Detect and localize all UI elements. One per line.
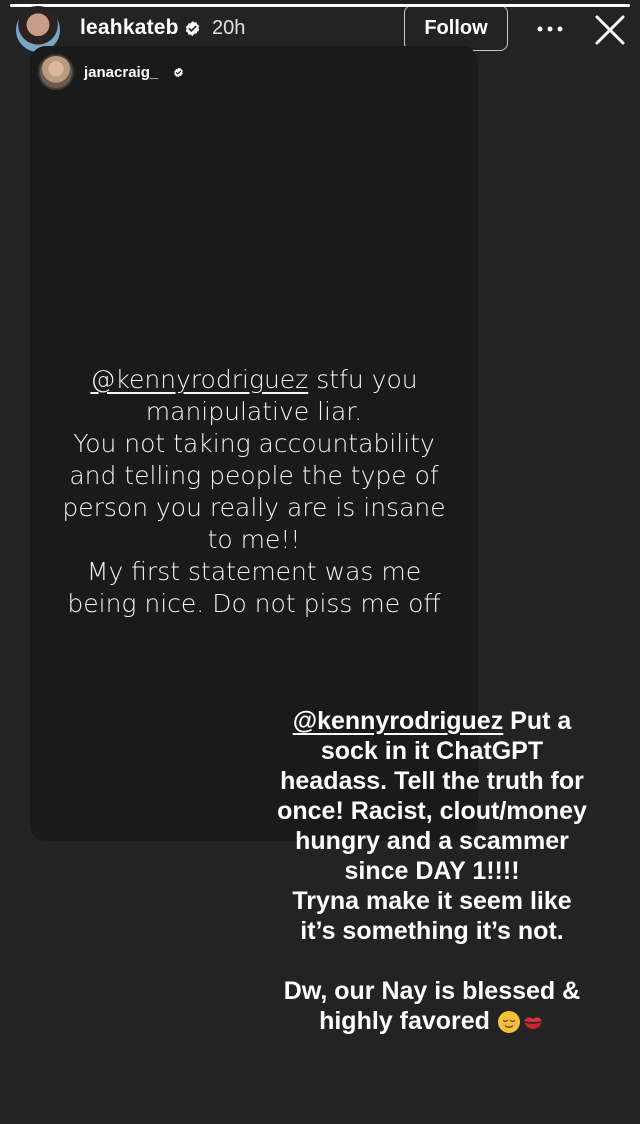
reshared-quote-text: @kennyrodriguez stfu you manipulative li… [30,364,478,620]
quote-line: My first statement was me [86,557,422,586]
reply-line: highly favored [262,1006,602,1036]
close-icon[interactable] [592,12,628,48]
verified-badge-icon [185,21,200,36]
reply-line: once! Racist, clout/money [277,797,587,825]
reply-line: hungry and a scammer [295,827,569,855]
reply-mention-link[interactable]: @kennyrodriguez [293,707,504,735]
reshared-username[interactable]: janacraig_ [84,64,158,81]
quote-line: being nice. Do not piss me off [67,589,441,618]
quote-line: person you really are is insane [62,493,446,522]
reply-line: it’s something it’s not. [300,917,564,945]
profile-username[interactable]: leahkateb [80,16,179,40]
reply-line: headass. Tell the truth for [280,767,584,795]
reply-line [262,946,602,976]
reshared-avatar[interactable] [38,54,74,90]
reshared-verified-icon [174,67,183,78]
quote-line: to me!! [207,525,301,554]
quote-mention-link[interactable]: @kennyrodriguez [90,365,308,394]
post-time: 20h [212,17,246,39]
kiss-mark-emoji [523,1017,542,1030]
reply-line: since DAY 1!!!! [344,857,520,885]
reply-line: sock in it ChatGPT [320,737,544,765]
reply-line: Dw, our Nay is blessed & [283,977,581,1005]
reply-line: Tryna make it seem like [292,887,572,915]
relieved-face-emoji [497,1011,520,1034]
reply-line: @kennyrodriguez Put a [292,707,572,735]
reply-text: @kennyrodriguez Put a sock in it ChatGPT… [262,706,602,1036]
follow-button[interactable]: Follow [404,5,508,51]
quote-line: and telling people the type of [69,461,439,490]
more-options-icon[interactable] [530,14,570,44]
quote-line: You not taking accountability [73,429,435,458]
quote-line: @kennyrodriguez stfu you [90,365,418,394]
quote-line: manipulative liar. [145,397,363,426]
